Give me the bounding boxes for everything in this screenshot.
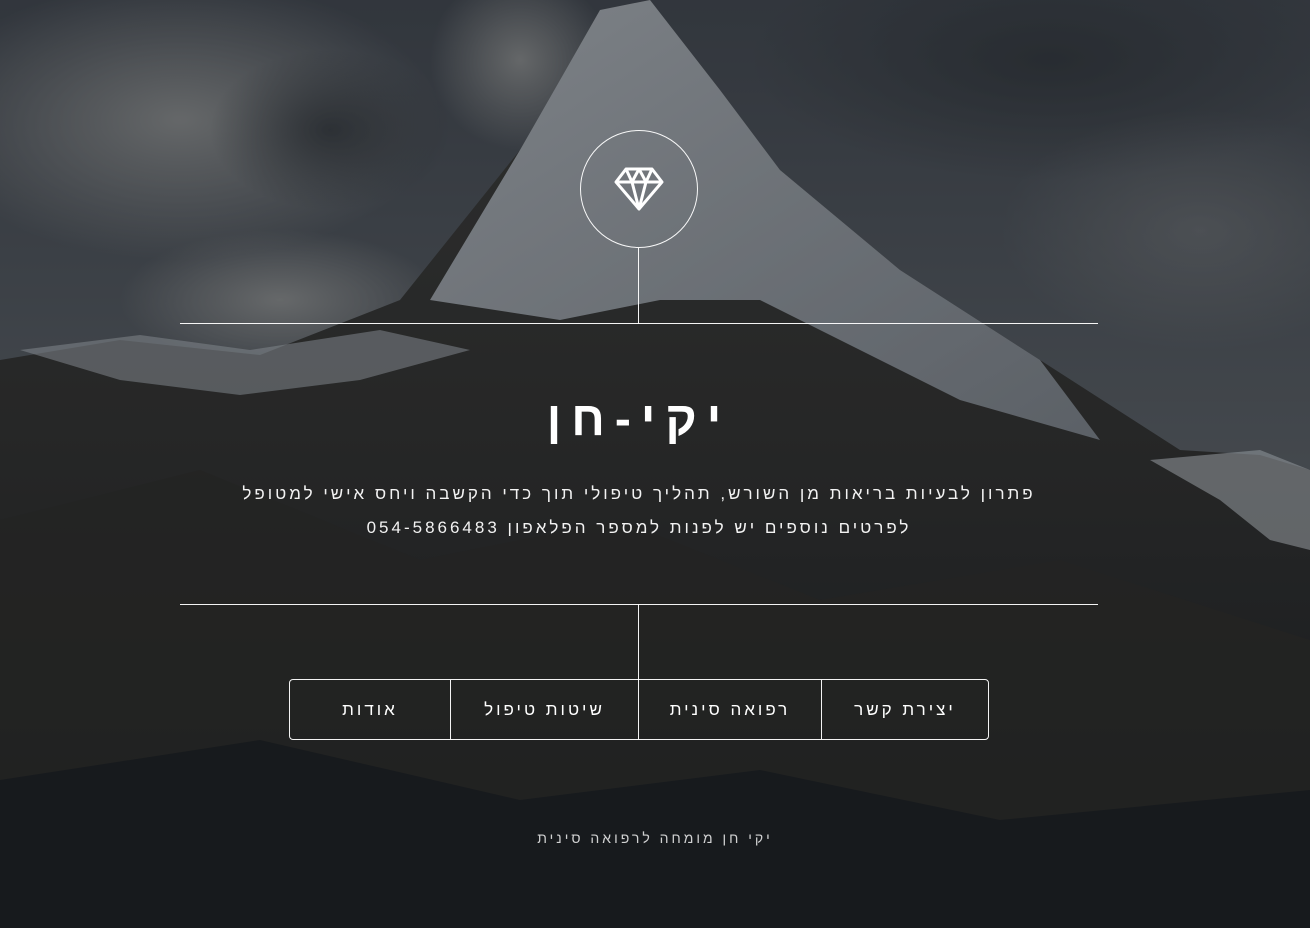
site-title: יקי-חן (546, 393, 732, 446)
diamond-icon (614, 167, 664, 211)
divider-bottom (180, 604, 1098, 605)
tagline-line-2: לפרטים נוספים יש לפנות למספר הפלאפון 054… (366, 518, 912, 537)
header-content: יקי-חן פתרון לבעיות בריאות מן השורש, תהל… (180, 324, 1098, 604)
connector-line-bottom (638, 604, 639, 680)
tagline: פתרון לבעיות בריאות מן השורש, תהליך טיפו… (180, 477, 1098, 545)
main-nav: אודות שיטות טיפול רפואה סינית יצירת קשר (289, 679, 989, 740)
logo (580, 130, 698, 248)
connector-line-top (638, 248, 639, 324)
footer-text: יקי חן מומחה לרפואה סינית (537, 830, 773, 846)
site-header: יקי-חן פתרון לבעיות בריאות מן השורש, תהל… (0, 0, 1310, 928)
nav-item-treatment-methods[interactable]: שיטות טיפול (451, 680, 639, 739)
nav-item-contact[interactable]: יצירת קשר (822, 680, 988, 739)
nav-item-about[interactable]: אודות (290, 680, 451, 739)
nav-item-chinese-medicine[interactable]: רפואה סינית (639, 680, 822, 739)
tagline-line-1: פתרון לבעיות בריאות מן השורש, תהליך טיפו… (242, 484, 1036, 503)
